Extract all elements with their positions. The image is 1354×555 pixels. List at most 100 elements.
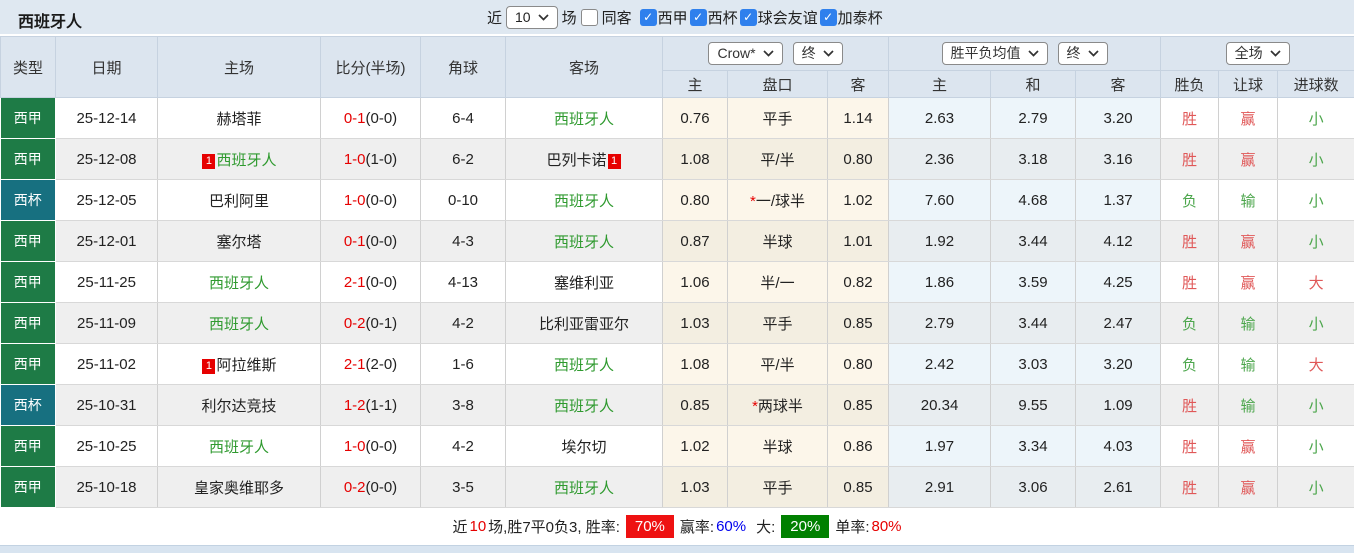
water-away-cell: 0.80 (827, 138, 890, 180)
result-wdl-cell: 胜 (1160, 138, 1220, 180)
corner-cell: 4-13 (420, 261, 506, 303)
result-wdl-cell: 胜 (1160, 384, 1220, 426)
competition-cell: 西甲 (0, 97, 56, 139)
match-row: 西甲 25-11-25 西班牙人 2-1(0-0) 4-13 塞维利亚 1.06 半/一 0.8… (0, 261, 1354, 303)
result-wdl-cell: 胜 (1160, 466, 1220, 508)
score-cell: 0-2(0-0) (320, 466, 421, 508)
table-header: 类型 日期 主场 比分(半场) 角球 客场 Crow* 终 胜平负均值 终 全场… (0, 36, 1354, 98)
team-name: 利尔达竞技 (201, 397, 277, 415)
profit-rate-value: 60% (716, 518, 747, 535)
filter-label: 加泰杯 (837, 9, 883, 27)
scope-select[interactable]: 全场 (1225, 42, 1290, 65)
filter-checkbox-icon[interactable]: ✓ (739, 8, 757, 26)
competition-cell: 西甲 (0, 138, 56, 180)
odds-home-cell: 2.36 (888, 138, 992, 180)
filter-label: 西甲 (657, 9, 688, 27)
match-date: 25-10-25 (55, 425, 158, 467)
team-name: 西班牙人 (553, 397, 614, 415)
score-halftime: (0-0) (365, 191, 398, 209)
match-row: 西杯 25-10-31 利尔达竞技 1-2(1-1) 3-8 西班牙人 0.85 *两球半 0.… (0, 384, 1354, 426)
score-halftime: (0-0) (365, 478, 398, 496)
filter-checkbox-icon[interactable]: ✓ (819, 8, 837, 26)
home-team-cell: 1 阿拉维斯 (157, 343, 321, 385)
home-team-cell: 塞尔塔 (157, 220, 321, 262)
score-cell: 1-0(0-0) (320, 425, 421, 467)
home-team-cell: 西班牙人 (157, 302, 321, 344)
score-cell: 1-2(1-1) (320, 384, 421, 426)
odds-draw-cell: 3.59 (990, 261, 1077, 303)
red-card-badge: 1 (202, 358, 216, 374)
odds-away-cell: 3.20 (1075, 343, 1162, 385)
match-count-value: 10 (515, 8, 531, 25)
team-name: 西班牙人 (553, 479, 614, 497)
summary-record: 场,胜7平0负3, 胜率: (488, 519, 620, 536)
match-count-select[interactable]: 10 (506, 5, 558, 29)
score-cell: 1-0(0-0) (320, 179, 421, 221)
team-name: 西班牙人 (553, 233, 614, 251)
score-fulltime: 0-2 (343, 478, 366, 496)
water-home-cell: 1.03 (662, 466, 728, 508)
team-name: 西班牙人 (208, 274, 269, 292)
score-fulltime: 0-1 (343, 109, 366, 127)
filter-label: 球会友谊 (757, 9, 818, 27)
summary-prefix: 近 (452, 519, 468, 536)
score-halftime: (0-0) (365, 273, 398, 291)
col-header-type: 类型 (0, 36, 56, 98)
win-rate-badge: 70% (625, 515, 674, 538)
away-team-cell: 西班牙人 (505, 220, 663, 262)
red-card-badge: 1 (202, 153, 216, 169)
score-cell: 0-1(0-0) (320, 97, 421, 139)
filter-checkbox-icon[interactable]: ✓ (639, 8, 657, 26)
handicap-cell: 平手 (727, 97, 828, 139)
handicap-cell: 半/一 (727, 261, 828, 303)
filter-item-1: ✓ 西杯 (689, 7, 738, 28)
team-name: 巴列卡诺 (546, 151, 607, 169)
odds-period-select[interactable]: 终 (1057, 42, 1108, 65)
team-name: 埃尔切 (561, 438, 607, 456)
scope-select-value: 全场 (1234, 45, 1263, 61)
score-halftime: (1-1) (365, 396, 398, 414)
water-home-cell: 1.03 (662, 302, 728, 344)
away-team-cell: 西班牙人 (505, 343, 663, 385)
odds-draw-cell: 9.55 (990, 384, 1077, 426)
score-fulltime: 0-1 (343, 232, 366, 250)
result-wdl-cell: 胜 (1160, 220, 1220, 262)
same-opponent-checkbox[interactable] (580, 8, 598, 26)
odds-draw-cell: 3.18 (990, 138, 1077, 180)
score-cell: 1-0(1-0) (320, 138, 421, 180)
water-home-cell: 1.08 (662, 138, 728, 180)
sub-header-goals: 进球数 (1277, 70, 1354, 98)
odds-period-value: 终 (1066, 45, 1081, 61)
score-cell: 2-1(2-0) (320, 343, 421, 385)
topbar-controls: 近 10 场 同客 ✓ 西甲 ✓ 西杯 ✓ 球会友谊 ✓ 加泰杯 (487, 0, 889, 34)
water-away-cell: 1.02 (827, 179, 890, 221)
team-name: 西班牙人 (208, 315, 269, 333)
match-date: 25-11-09 (55, 302, 158, 344)
big-rate-badge: 20% (781, 515, 830, 538)
result-wdl-cell: 胜 (1160, 97, 1220, 139)
col-header-away: 客场 (505, 36, 663, 98)
filter-checkbox-icon[interactable]: ✓ (689, 8, 707, 26)
water-away-cell: 0.82 (827, 261, 890, 303)
odds-away-cell: 4.25 (1075, 261, 1162, 303)
score-halftime: (0-0) (365, 232, 398, 250)
result-handicap-cell: 赢 (1218, 261, 1279, 303)
odds-type-select[interactable]: 胜平负均值 (941, 42, 1048, 65)
bookmaker-select[interactable]: Crow* (708, 42, 783, 65)
bookmaker-period-value: 终 (801, 45, 816, 61)
bookmaker-period-select[interactable]: 终 (792, 42, 843, 65)
match-date: 25-12-08 (55, 138, 158, 180)
odds-home-cell: 20.34 (888, 384, 992, 426)
handicap-value: 平/半 (760, 356, 795, 374)
team-name: 西班牙人 (216, 151, 277, 169)
team-name: 西班牙人 (553, 110, 614, 128)
sub-header-odds-away: 客 (1075, 70, 1162, 98)
handicap-group-header: Crow* 终 (661, 36, 890, 71)
odds-draw-cell: 3.03 (990, 343, 1077, 385)
result-goals-cell: 小 (1277, 466, 1354, 508)
handicap-value: 一/球半 (755, 192, 805, 210)
chevron-down-icon (822, 50, 834, 57)
match-row: 西杯 25-12-05 巴利阿里 1-0(0-0) 0-10 西班牙人 0.80 *一/球半 1… (0, 179, 1354, 221)
score-fulltime: 1-0 (343, 191, 366, 209)
sub-header-handicap-away: 客 (826, 70, 890, 98)
